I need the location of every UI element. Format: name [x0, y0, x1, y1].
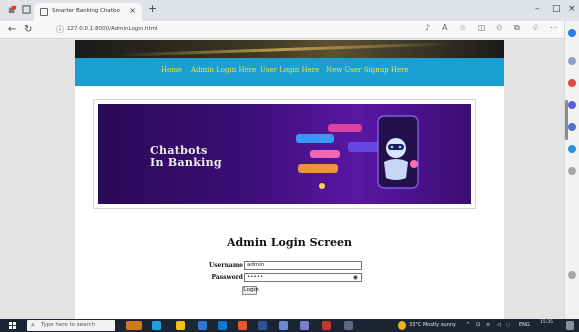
edge-sidebar [564, 21, 579, 319]
read-aloud-icon[interactable]: ♪ [425, 23, 430, 32]
refresh-icon[interactable]: ↻ [24, 24, 32, 35]
address-bar-row: ← ↻ ⓘ 127.0.0.1:8000/AdminLogin.html ♪ A… [0, 21, 579, 39]
taskbar-search-placeholder: Type here to search [41, 322, 96, 328]
header-strip [75, 40, 504, 58]
split-screen-icon[interactable]: ◫ [478, 23, 486, 32]
outlook-icon[interactable] [568, 145, 576, 153]
url-text: 127.0.0.1:8000/AdminLogin.html [67, 26, 158, 32]
nav-home[interactable]: Home [161, 66, 182, 74]
nav-new-user-signup[interactable]: New User Signup Here [326, 66, 409, 74]
new-tab-button[interactable]: + [148, 3, 157, 15]
sidebar-settings-icon[interactable] [568, 271, 576, 279]
password-value: ••••• [247, 274, 264, 280]
store-icon[interactable] [198, 321, 207, 330]
favorite-icon[interactable]: ☆ [459, 23, 466, 32]
windows-start-icon[interactable] [9, 322, 16, 329]
banner-image: Chatbots In Banking [98, 104, 471, 204]
weather-widget-icon[interactable] [126, 321, 142, 330]
mail-icon[interactable] [218, 321, 227, 330]
sun-icon [398, 321, 406, 330]
extensions-icon[interactable]: ♧ [532, 23, 539, 32]
more-menu-icon[interactable]: ⋯ [550, 23, 558, 32]
banner-frame: Chatbots In Banking [93, 99, 476, 209]
page-viewport: Home Admin Login Here User Login Here Ne… [0, 40, 564, 319]
page-container: Home Admin Login Here User Login Here Ne… [75, 40, 504, 319]
profile-icon[interactable] [8, 5, 17, 14]
password-input[interactable]: ••••• ◉ [244, 273, 362, 282]
page-scrollbar[interactable] [565, 100, 568, 140]
close-window-icon[interactable]: × [568, 4, 576, 14]
wifi-icon[interactable]: ≋ [486, 322, 490, 328]
username-input[interactable]: admin [244, 261, 362, 270]
banner-title: Chatbots In Banking [150, 144, 222, 169]
shopping-icon[interactable] [568, 57, 576, 65]
file-explorer-icon[interactable] [176, 321, 185, 330]
app-icon-4[interactable] [344, 321, 353, 330]
nav-admin-login[interactable]: Admin Login Here [191, 66, 256, 74]
word-icon[interactable] [258, 321, 267, 330]
browser-tab-bar: Smarter Banking Chatbo × + – □ × [0, 0, 579, 21]
back-icon[interactable]: ← [8, 24, 16, 35]
nav-user-login[interactable]: User Login Here [260, 66, 319, 74]
tray-chevron-icon[interactable]: ^ [466, 322, 470, 328]
add-sidebar-icon[interactable] [568, 167, 576, 175]
app-icon-2[interactable] [300, 321, 309, 330]
favorites-bar-icon[interactable]: ✩ [496, 23, 503, 32]
app-icon-3[interactable] [322, 321, 331, 330]
network-icon[interactable]: ⊡ [476, 322, 480, 328]
taskbar-clock[interactable]: 15:35 [540, 320, 553, 326]
info-icon[interactable]: ⓘ [56, 24, 64, 35]
tab-actions-icon[interactable] [22, 5, 31, 14]
login-button[interactable]: Login [242, 286, 259, 295]
top-navbar: Home Admin Login Here User Login Here Ne… [75, 58, 504, 86]
login-screen-title: Admin Login Screen [226, 236, 353, 249]
taskbar-search[interactable]: ⌕ Type here to search [27, 320, 115, 331]
search-sidebar-icon[interactable] [568, 29, 576, 37]
aa-icon[interactable]: A [442, 23, 447, 32]
tools-icon[interactable] [568, 79, 576, 87]
username-label: Username [208, 262, 243, 269]
show-password-icon[interactable]: ◉ [353, 274, 358, 281]
volume-icon[interactable]: ◁ [497, 322, 501, 328]
tab-close-icon[interactable]: × [129, 6, 136, 15]
windows-taskbar: ⌕ Type here to search 33°C Mostly sunny … [0, 319, 579, 332]
minimize-icon[interactable]: – [535, 4, 540, 14]
search-icon: ⌕ [31, 321, 35, 329]
tab-title: Smarter Banking Chatbo [52, 8, 120, 14]
page-icon [40, 8, 48, 16]
browser-tab-active[interactable]: Smarter Banking Chatbo × [34, 3, 142, 21]
edge-taskbar-icon[interactable] [152, 321, 161, 330]
weather-text[interactable]: 33°C Mostly sunny [409, 322, 456, 328]
restore-icon[interactable]: □ [552, 4, 561, 14]
chrome-icon[interactable] [238, 321, 247, 330]
notification-icon[interactable] [566, 321, 574, 330]
app-icon[interactable] [279, 321, 288, 330]
chatbot-robot-illustration [296, 115, 419, 189]
language-indicator[interactable]: ENG [519, 322, 530, 328]
header-decoration [115, 42, 455, 57]
office-icon[interactable] [568, 123, 576, 131]
games-icon[interactable] [568, 101, 576, 109]
tray-misc-icon[interactable]: ◌ [506, 322, 510, 328]
collections-icon[interactable]: ⧉ [514, 23, 520, 32]
password-label: Password [211, 274, 243, 281]
